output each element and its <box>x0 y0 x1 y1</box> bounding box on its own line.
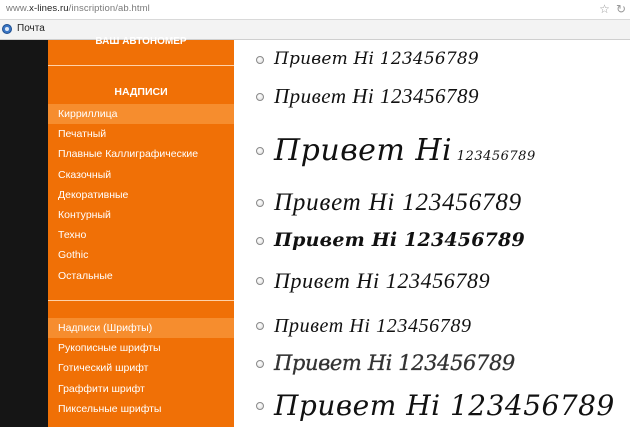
section-title-inscriptions: НАДПИСИ <box>114 86 168 98</box>
sidebar-item-print[interactable]: Печатный <box>48 124 234 144</box>
radio-button[interactable] <box>256 198 264 207</box>
sidebar-item-fairytale[interactable]: Сказочный <box>48 165 234 185</box>
font-sample: Привет Hi 123456789 <box>274 189 522 216</box>
sidebar-top-title[interactable]: ВАШ АВТОНОМЕР <box>48 36 234 47</box>
font-sample: Привет Hi 123456789 <box>274 351 516 375</box>
radio-button[interactable] <box>256 147 264 155</box>
star-icon[interactable]: ☆ <box>599 2 610 16</box>
radio-button[interactable] <box>256 322 264 330</box>
font-sample: Привет Hi 123456789 <box>274 136 536 166</box>
address-bar-icons: ☆ ↻ <box>599 2 626 16</box>
sidebar-item-handwritten[interactable]: Рукописные шрифты <box>48 338 234 358</box>
radio-button[interactable] <box>256 359 264 368</box>
bookmark-mail[interactable]: Почта <box>2 23 45 34</box>
font-samples: Привет Hi 123456789 Привет Hi 123456789 … <box>234 40 630 427</box>
sidebar-item-gothic-font[interactable]: Готический шрифт <box>48 358 234 378</box>
sidebar-item-calligraphic[interactable]: Плавные Каллиграфические <box>48 144 234 164</box>
font-sample: Привет Hi 123456789 <box>274 389 615 422</box>
font-option[interactable]: Привет Hi 123456789 <box>234 270 490 292</box>
sidebar-item-gothic[interactable]: Gothic <box>48 245 234 265</box>
url-path: /inscription/ab.html <box>68 3 150 14</box>
sidebar-item-outline[interactable]: Контурный <box>48 205 234 225</box>
sidebar-divider <box>48 300 234 301</box>
font-option[interactable]: Привет Hi 123456789 <box>234 190 522 215</box>
font-option[interactable]: Привет Hi 123456789 <box>234 316 472 336</box>
url-host: x-lines.ru <box>29 3 69 14</box>
font-sample-small-digits: 123456789 <box>452 149 536 164</box>
sidebar-item-cyrillic[interactable]: Кирриллица <box>48 104 234 125</box>
sidebar-item-graffiti[interactable]: Граффити шрифт <box>48 379 234 399</box>
sidebar-item-fonts[interactable]: Надписи (Шрифты) <box>48 318 234 339</box>
sidebar-divider <box>48 65 234 66</box>
menu-fonts: Надписи (Шрифты) Рукописные шрифты Готич… <box>48 318 234 419</box>
radio-button[interactable] <box>256 236 264 245</box>
address-bar[interactable]: www.x-lines.ru/inscription/ab.html ☆ ↻ <box>0 0 630 20</box>
url-prefix: www. <box>6 3 30 14</box>
font-sample: Привет Hi 123456789 <box>274 229 525 251</box>
sidebar-item-other[interactable]: Остальные <box>48 266 234 286</box>
refresh-icon[interactable]: ↻ <box>616 2 626 16</box>
radio-button[interactable] <box>256 402 264 410</box>
sidebar: ВАШ АВТОНОМЕР НАДПИСИ Кирриллица Печатны… <box>48 36 234 427</box>
font-sample: Привет Hi 123456789 <box>274 84 479 108</box>
font-option[interactable]: Привет Hi 123456789 <box>234 392 615 420</box>
font-sample: Привет Hi 123456789 <box>274 49 479 69</box>
mail-icon <box>2 23 12 34</box>
sidebar-item-techno[interactable]: Техно <box>48 225 234 245</box>
radio-button[interactable] <box>256 92 264 101</box>
url-text[interactable]: www.x-lines.ru/inscription/ab.html <box>6 3 150 14</box>
font-option[interactable]: Привет Hi 123456789 <box>234 51 479 68</box>
font-option[interactable]: Привет Hi 123456789 <box>234 136 536 166</box>
font-sample-large-part: Привет Hi <box>274 133 453 168</box>
bookmark-label: Почта <box>17 23 45 34</box>
sidebar-item-decorative[interactable]: Декоративные <box>48 185 234 205</box>
menu-inscriptions: Кирриллица Печатный Плавные Каллиграфиче… <box>48 104 234 286</box>
radio-button[interactable] <box>256 277 264 285</box>
font-option[interactable]: Привет Hi 123456789 <box>234 231 525 250</box>
font-sample: Привет Hi 123456789 <box>274 315 472 337</box>
radio-button[interactable] <box>256 55 264 64</box>
font-option[interactable]: Привет Hi 123456789 <box>234 86 479 107</box>
font-sample: Привет Hi 123456789 <box>274 268 491 293</box>
font-option[interactable]: Привет Hi 123456789 <box>234 351 516 375</box>
left-dark-strip <box>0 40 48 427</box>
sidebar-item-pixel[interactable]: Пиксельные шрифты <box>48 399 234 419</box>
